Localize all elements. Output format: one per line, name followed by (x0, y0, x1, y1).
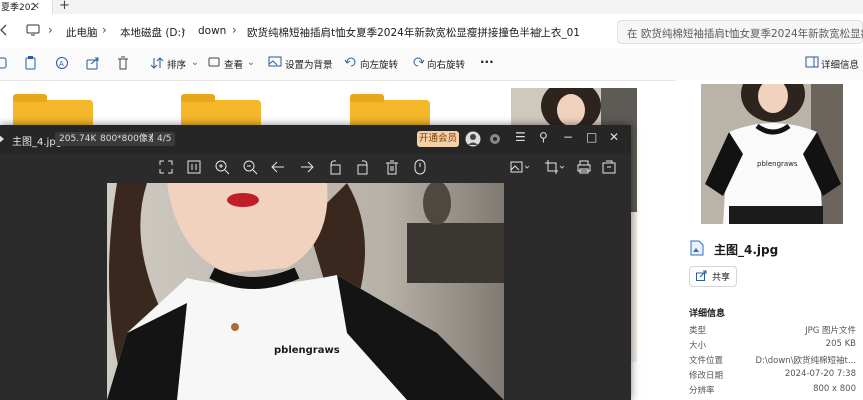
share-button[interactable]: 共享 (689, 266, 737, 287)
image-edit-icon[interactable] (510, 159, 530, 175)
details-button[interactable]: 详细信息 (821, 57, 859, 71)
copy-icon[interactable] (0, 56, 8, 70)
folder-icon[interactable] (350, 94, 430, 126)
menu-icon[interactable]: ☰ (515, 130, 526, 144)
viewer-photo: pblengraws (107, 183, 504, 400)
rotate-right-icon[interactable] (411, 56, 425, 68)
chevron-right-icon: › (181, 23, 186, 37)
viewer-titlebar: 主图_4.jpg 205.74K 800*800像素 4/5 开通会员 ☰ ⚲ … (0, 125, 631, 153)
delete-icon[interactable] (384, 159, 400, 175)
shirt-print-text: pblengraws (274, 345, 340, 356)
dimensions-badge: 800*800像素 (96, 132, 161, 146)
chevron-right-icon: › (48, 23, 53, 37)
rotate-left-icon[interactable] (327, 159, 343, 175)
previous-arrow-icon[interactable] (270, 159, 286, 175)
breadcrumb-item[interactable]: 此电脑 (66, 25, 98, 40)
details-section-title: 详细信息 (689, 309, 726, 319)
actual-size-icon[interactable] (186, 159, 202, 175)
crop-icon[interactable] (544, 159, 565, 175)
save-icon[interactable] (601, 159, 617, 175)
detail-value: 205 KB (825, 339, 856, 349)
view-button[interactable]: 查看 (224, 57, 243, 71)
tab-close-icon[interactable]: × (31, 0, 40, 12)
rotate-left-button[interactable]: 向左旋转 (360, 57, 398, 71)
sort-button[interactable]: 排序 (167, 57, 186, 71)
breadcrumb-item[interactable]: 欧货纯棉短袖插肩t恤女夏季2024年新款宽松显瘦拼接撞色半袖上衣_01 (247, 25, 580, 40)
details-file-name: 主图_4.jpg (714, 243, 779, 257)
image-preview: pblengraws (701, 84, 843, 224)
status-dot-icon[interactable] (489, 133, 501, 145)
set-background-icon[interactable] (268, 56, 282, 68)
monitor-icon[interactable] (26, 24, 40, 36)
minimize-icon[interactable]: − (563, 130, 573, 144)
more-options-button[interactable]: ··· (480, 55, 494, 69)
detail-label: 文件位置 (689, 356, 724, 366)
set-background-button[interactable]: 设置为背景 (285, 57, 333, 71)
pin-icon[interactable]: ⚲ (539, 130, 548, 144)
detail-value: 2024-07-20 7:38 (784, 369, 856, 379)
folder-icon[interactable] (181, 94, 261, 126)
breadcrumb-item[interactable]: down (198, 25, 226, 37)
share-icon[interactable] (86, 56, 100, 70)
print-icon[interactable] (576, 159, 592, 175)
tab-current[interactable]: 夏季202 × (0, 0, 53, 14)
detail-label: 类型 (689, 326, 707, 336)
file-size-badge: 205.74K (55, 132, 101, 146)
search-placeholder: 在 欧货纯棉短袖插肩t恤女夏季2024年新款宽松显瘦 (627, 28, 863, 40)
zoom-out-icon[interactable] (242, 159, 258, 175)
detail-value: D:\down\欧货纯棉短袖t... (755, 356, 856, 366)
image-app-icon (0, 132, 6, 146)
image-index-badge: 4/5 (153, 132, 176, 146)
detail-label: 大小 (689, 341, 707, 351)
chevron-down-icon[interactable]: ⌄ (247, 57, 255, 68)
delete-icon[interactable] (117, 56, 129, 70)
detail-value: JPG 图片文件 (805, 326, 856, 336)
folder-icon[interactable] (13, 94, 93, 126)
fullscreen-icon[interactable] (158, 159, 174, 175)
breadcrumb-item[interactable]: 本地磁盘 (D:) (120, 25, 185, 40)
svg-text:A: A (59, 60, 64, 68)
rotate-right-icon[interactable] (355, 159, 371, 175)
rename-icon[interactable]: A (55, 56, 69, 70)
chevron-right-icon: › (232, 23, 237, 37)
detail-label: 修改日期 (689, 371, 724, 381)
command-toolbar: A 排序 ⌄ 查看 ⌄ 设置为背景 向左旋转 向右旋转 ··· 详细信息 (0, 48, 863, 81)
detail-value: 800 x 800 (813, 384, 856, 394)
zoom-in-icon[interactable] (214, 159, 230, 175)
viewer-toolbar (0, 153, 631, 183)
search-input[interactable]: 在 欧货纯棉短袖插肩t恤女夏季2024年新款宽松显瘦 (617, 20, 863, 44)
vip-button[interactable]: 开通会员 (417, 131, 459, 147)
share-icon (696, 270, 707, 281)
view-icon[interactable] (208, 56, 220, 68)
paste-icon[interactable] (25, 56, 37, 70)
back-arrow-icon[interactable] (0, 23, 8, 37)
detail-label: 分辨率 (689, 386, 715, 396)
chevron-right-icon: › (102, 23, 107, 37)
chevron-down-icon[interactable]: ⌄ (191, 57, 199, 68)
share-label: 共享 (712, 273, 731, 283)
info-icon[interactable] (412, 159, 428, 175)
image-viewer-window: 主图_4.jpg 205.74K 800*800像素 4/5 开通会员 ☰ ⚲ … (0, 125, 631, 400)
details-pane-icon[interactable] (805, 56, 819, 68)
avatar[interactable] (465, 131, 481, 147)
close-icon[interactable]: ✕ (609, 130, 619, 144)
maximize-icon[interactable]: □ (586, 130, 597, 144)
svg-text:pblengraws: pblengraws (757, 160, 798, 168)
sort-icon[interactable] (150, 56, 164, 70)
rotate-left-icon[interactable] (344, 56, 358, 68)
tab-strip: 夏季202 × + (0, 0, 863, 14)
chevron-right-icon: › (538, 23, 543, 37)
new-tab-button[interactable]: + (59, 0, 70, 13)
image-file-icon (689, 240, 705, 256)
rotate-right-button[interactable]: 向右旋转 (427, 57, 465, 71)
next-arrow-icon[interactable] (299, 159, 315, 175)
